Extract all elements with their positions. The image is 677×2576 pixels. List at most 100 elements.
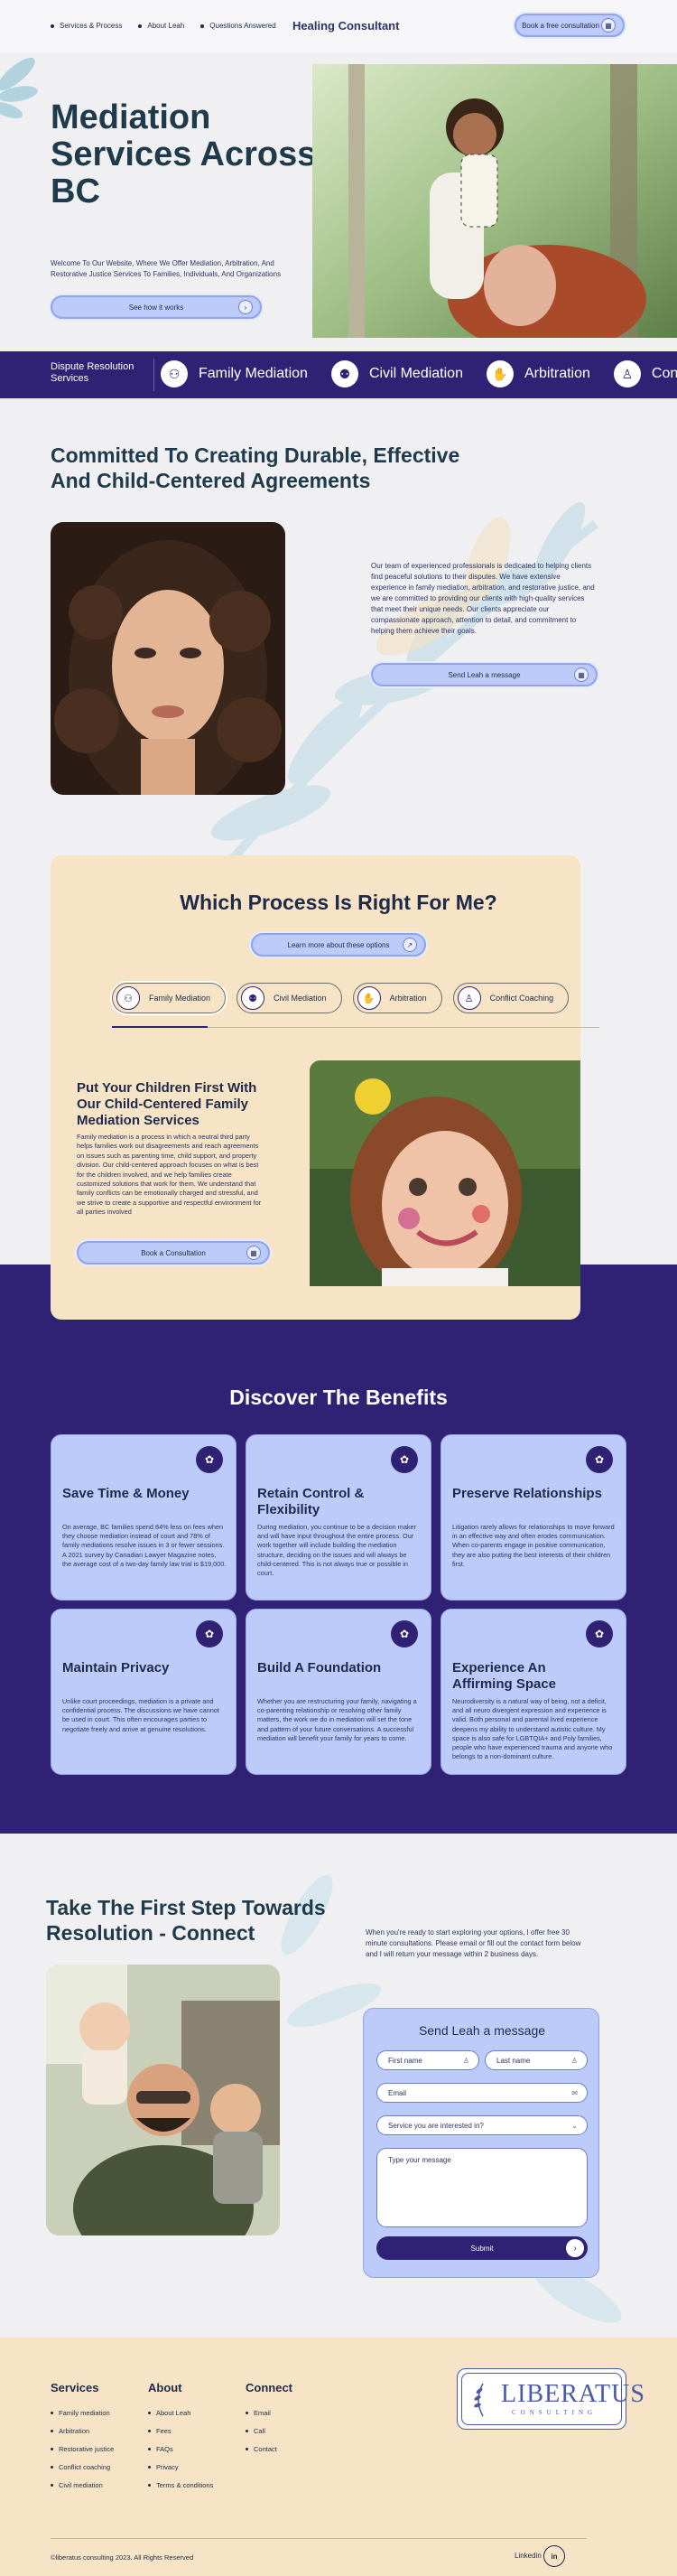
benefit-title: Preserve Relationships (452, 1486, 602, 1501)
book-consultation-button[interactable]: Book a free consultation ▦ (515, 14, 625, 37)
footer-link[interactable]: Restorative justice (51, 2445, 114, 2453)
tab-civil-mediation[interactable]: ⚉ Civil Mediation (236, 983, 342, 1013)
benefit-card-relationships: ✿ Preserve Relationships Litigation rare… (441, 1434, 626, 1601)
process-title: Which Process Is Right For Me? (180, 891, 497, 914)
benefit-title: Retain Control & Flexibility (257, 1486, 365, 1517)
band-item-label: Arbitration (524, 366, 590, 381)
logo-wordmark: LIBERATUS (501, 2380, 645, 2408)
site-header: Services & Process About Leah Questions … (0, 0, 677, 52)
linkedin-icon[interactable]: in (543, 2545, 565, 2567)
footer-link[interactable]: Call (246, 2427, 292, 2435)
footer-link[interactable]: Family mediation (51, 2409, 114, 2417)
footer-link[interactable]: Email (246, 2409, 292, 2417)
nav-questions[interactable]: Questions Answered (200, 22, 275, 30)
tab-family-mediation[interactable]: ⚇ Family Mediation (112, 983, 227, 1013)
learn-more-button[interactable]: Learn more about these options ↗ (251, 933, 426, 957)
connect-title: Take The First Step Towards Resolution -… (46, 1896, 326, 1945)
footer-link[interactable]: Civil mediation (51, 2481, 114, 2489)
connect-body: When you're ready to start exploring you… (366, 1928, 581, 1958)
benefit-body: Litigation rarely allows for relationshi… (452, 1523, 615, 1568)
user-icon: ♙ (570, 2056, 578, 2065)
last-name-placeholder: Last name (496, 2056, 531, 2065)
hero-subtitle: Welcome To Our Website, Where We Offer M… (51, 259, 282, 278)
footer-link[interactable]: Privacy (148, 2463, 213, 2471)
liberatus-logo[interactable]: LIBERATUS CONSULTING (457, 2368, 645, 2430)
hero-photo (312, 64, 677, 338)
band-item-label: Conflict Coaching (651, 366, 677, 381)
benefit-card-foundation: ✿ Build A Foundation Whether you are res… (246, 1609, 431, 1775)
nav-about[interactable]: About Leah (138, 22, 184, 30)
footer-services-heading: Services (51, 2381, 99, 2394)
band-label: Dispute Resolution Services (51, 361, 134, 384)
see-how-button[interactable]: See how it works › (51, 295, 262, 319)
last-name-field[interactable]: Last name ♙ (485, 2050, 588, 2070)
process-body: Family mediation is a process in which a… (77, 1133, 262, 1217)
email-field[interactable]: Email ✉ (376, 2083, 588, 2103)
benefit-body: Neurodiversity is a natural way of being… (452, 1697, 613, 1761)
copyright: ©liberatus consulting 2023. All Rights R… (51, 2553, 194, 2562)
book-consultation-label: Book a free consultation (522, 21, 599, 30)
footer-about: About About Leah Fees FAQs Privacy Terms… (148, 2381, 213, 2499)
send-leah-message-button[interactable]: Send Leah a message ▦ (371, 663, 598, 686)
sprout-icon: ✿ (196, 1446, 223, 1473)
handshake-icon: ✋ (357, 986, 381, 1010)
book-consultation-process-button[interactable]: Book a Consultation ▦ (77, 1241, 270, 1265)
brand-name[interactable]: Healing Consultant (292, 19, 399, 33)
footer-connect-heading: Connect (246, 2381, 292, 2394)
arrow-up-right-icon: ↗ (403, 938, 417, 952)
person-icon: ♙ (613, 360, 641, 387)
tab-label: Arbitration (389, 994, 427, 1003)
service-placeholder: Service you are interested in? (388, 2121, 484, 2130)
hero-title: Mediation Services Across BC (51, 98, 317, 210)
woman-portrait (51, 522, 285, 795)
nav-services[interactable]: Services & Process (51, 22, 122, 30)
sprout-icon: ✿ (586, 1620, 613, 1647)
process-tabs: ⚇ Family Mediation ⚉ Civil Mediation ✋ Arbi… (112, 983, 570, 1013)
email-placeholder: Email (388, 2088, 407, 2097)
service-select[interactable]: Service you are interested in? ⌄ (376, 2115, 588, 2135)
benefit-body: During mediation, you continue to be a d… (257, 1523, 417, 1578)
band-item-civil[interactable]: ⚉ Civil Mediation (330, 360, 463, 387)
see-how-label: See how it works (128, 303, 184, 312)
handshake-icon: ✋ (486, 360, 514, 387)
book-consultation-label: Book a Consultation (141, 1248, 206, 1257)
submit-button[interactable]: Submit › (376, 2236, 588, 2260)
family-icon: ⚇ (161, 360, 188, 387)
footer-link[interactable]: About Leah (148, 2409, 213, 2417)
services-band: Dispute Resolution Services ⚇ Family Medi… (0, 351, 677, 398)
footer-link[interactable]: Arbitration (51, 2427, 114, 2435)
band-item-arbitration[interactable]: ✋ Arbitration (486, 360, 590, 387)
form-title: Send Leah a message (418, 2023, 546, 2038)
footer-link[interactable]: Conflict coaching (51, 2463, 114, 2471)
first-name-field[interactable]: First name ♙ (376, 2050, 479, 2070)
tab-arbitration[interactable]: ✋ Arbitration (352, 983, 442, 1013)
sprout-icon: ✿ (196, 1620, 223, 1647)
people-icon: ⚉ (241, 986, 265, 1010)
benefit-title: Build A Foundation (257, 1660, 382, 1675)
calendar-icon: ▦ (601, 18, 616, 33)
submit-label: Submit (470, 2244, 494, 2253)
tab-label: Conflict Coaching (489, 994, 554, 1003)
calendar-icon: ▦ (246, 1246, 261, 1260)
benefit-title: Save Time & Money (62, 1486, 190, 1501)
benefit-body: Unlike court proceedings, mediation is a… (62, 1697, 219, 1733)
arrow-right-icon: › (566, 2239, 584, 2257)
tab-label: Family Mediation (149, 994, 211, 1003)
sprout-icon: ✿ (391, 1620, 418, 1647)
learn-more-label: Learn more about these options (287, 940, 390, 949)
process-heading: Put Your Children First With Our Child-C… (77, 1080, 257, 1128)
footer-link[interactable]: Terms & conditions (148, 2481, 213, 2489)
band-item-family[interactable]: ⚇ Family Mediation (161, 360, 308, 387)
footer-link[interactable]: FAQs (148, 2445, 213, 2453)
benefit-card-privacy: ✿ Maintain Privacy Unlike court proceedi… (51, 1609, 236, 1775)
message-textarea[interactable]: Type your message (376, 2148, 588, 2227)
band-item-label: Civil Mediation (368, 366, 463, 381)
band-item-coaching[interactable]: ♙ Conflict Coaching (613, 360, 677, 387)
tab-conflict-coaching[interactable]: ♙ Conflict Coaching (452, 983, 570, 1013)
linkedin-label[interactable]: Linkedin (515, 2552, 542, 2560)
benefit-card-save-time: ✿ Save Time & Money On average, BC famil… (51, 1434, 236, 1601)
footer-link[interactable]: Fees (148, 2427, 213, 2435)
benefit-title: Maintain Privacy (62, 1660, 170, 1675)
footer-link[interactable]: Contact (246, 2445, 292, 2453)
chevron-down-icon: ⌄ (571, 2121, 578, 2130)
